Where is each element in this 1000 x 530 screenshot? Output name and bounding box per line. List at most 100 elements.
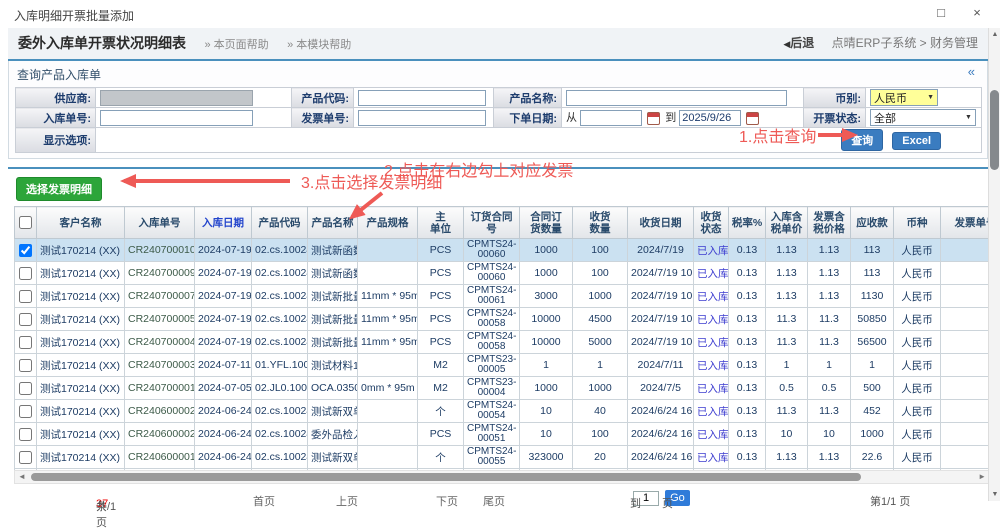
close-icon[interactable]: × [968, 5, 986, 20]
collapse-icon[interactable]: « [968, 64, 975, 79]
cell-receivable: 1000 [851, 423, 894, 446]
cell-received-date: 2024/6/24 16 [628, 423, 694, 446]
row-checkbox[interactable] [19, 405, 32, 418]
cell-order-contract-no: CPMTS24- 00051 [464, 423, 520, 446]
next-page-link[interactable]: 下页 [436, 493, 458, 509]
product-code-input[interactable] [358, 90, 486, 106]
cell-receivable: 452 [851, 400, 894, 423]
cell-received-qty: 1000 [573, 285, 628, 308]
horizontal-scrollbar[interactable]: ◄ ► [14, 470, 990, 484]
cell-product-name: 测试新函数成 [308, 239, 358, 262]
date-from-label: 从 [566, 112, 577, 124]
vertical-scroll-thumb[interactable] [990, 90, 999, 170]
main-content: 委外入库单开票状况明细表 » 本页面帮助 » 本模块帮助 ◀后退 点晴ERP子系… [8, 28, 988, 514]
scroll-left-icon[interactable]: ◄ [18, 472, 26, 481]
row-checkbox[interactable] [19, 244, 32, 257]
inbound-no-input[interactable] [100, 110, 253, 126]
window-title: 入库明细开票批量添加 [14, 9, 134, 23]
last-page-link[interactable]: 尾页 [483, 493, 505, 509]
cell-received-date: 2024/7/11 [628, 354, 694, 377]
search-button[interactable]: 查询 [841, 129, 883, 151]
cell-inbound-date: 2024-07-19 [195, 331, 252, 354]
excel-button[interactable]: Excel [892, 132, 941, 150]
supplier-input[interactable] [100, 90, 253, 106]
row-checkbox[interactable] [19, 428, 32, 441]
cell-received-qty: 100 [573, 239, 628, 262]
cell-inbound-tax-unit-price: 1.13 [766, 285, 808, 308]
cell-tax-rate: 0.13 [729, 239, 766, 262]
select-all-checkbox[interactable] [19, 216, 32, 229]
row-checkbox[interactable] [19, 313, 32, 326]
scroll-right-icon[interactable]: ► [978, 472, 986, 481]
inbound-invoice-table: 客户名称入库单号入库日期产品代码产品名称产品规格主 单位订货合同号合同订 货数量… [14, 206, 990, 470]
cell-order-contract-no: CPMTS23- 00004 [464, 377, 520, 400]
cell-invoice-tax-price: 1.13 [808, 262, 851, 285]
goto-label: 到 [630, 495, 641, 511]
cell-product-spec: 11mm * 95m [358, 331, 418, 354]
invoice-no-label: 发票单号: [292, 108, 354, 128]
cell-inbound-tax-unit-price: 1.13 [766, 239, 808, 262]
maximize-icon[interactable]: □ [932, 5, 950, 20]
row-checkbox[interactable] [19, 267, 32, 280]
cell-contract-order-qty: 1000 [520, 239, 573, 262]
col-header-receivable: 应收款 [851, 207, 894, 239]
breadcrumb[interactable]: 点晴ERP子系统 > 财务管理 [832, 36, 978, 50]
cell-inbound-tax-unit-price: 0.5 [766, 377, 808, 400]
row-checkbox[interactable] [19, 382, 32, 395]
cell-order-contract-no: CPMTS24- 00058 [464, 331, 520, 354]
cell-customer-name: 测试170214 (XX) [37, 285, 125, 308]
cell-contract-order-qty: 1000 [520, 262, 573, 285]
module-help-link[interactable]: » 本模块帮助 [287, 39, 351, 51]
cell-unit: PCS [418, 239, 464, 262]
scroll-up-icon[interactable]: ▲ [989, 31, 1000, 38]
currency-label: 币别: [804, 88, 866, 108]
cell-product-name: 委外品检入途 [308, 423, 358, 446]
currency-select[interactable]: 人民币▼ [870, 89, 938, 106]
back-button[interactable]: ◀后退 [783, 36, 814, 50]
cell-invoice-no [941, 423, 991, 446]
cell-product-spec [358, 400, 418, 423]
cell-currency: 人民币 [894, 308, 941, 331]
horizontal-scroll-thumb[interactable] [31, 473, 861, 481]
cell-product-code: 02.cs.100246 [252, 308, 308, 331]
cell-inbound-no: CR240700010 [125, 239, 195, 262]
row-checkbox[interactable] [19, 290, 32, 303]
table-row: 测试170214 (XX)CR2406000012024-06-2402.cs.… [15, 446, 991, 469]
date-from-input[interactable] [580, 110, 642, 126]
col-header-inbound-date[interactable]: 入库日期 [195, 207, 252, 239]
cell-order-contract-no: CPMTS24- 00055 [464, 446, 520, 469]
cell-inbound-no: CR240600002 [125, 423, 195, 446]
date-to-input[interactable] [679, 110, 741, 126]
product-name-label: 产品名称: [494, 88, 562, 108]
row-checkbox[interactable] [19, 451, 32, 464]
cell-receivable: 1 [851, 354, 894, 377]
calendar-icon[interactable] [647, 112, 660, 125]
cell-invoice-no [941, 400, 991, 423]
cell-receivable: 1130 [851, 285, 894, 308]
cell-received-date: 2024/6/24 16 [628, 446, 694, 469]
product-name-input[interactable] [566, 90, 787, 106]
cell-received-date: 2024/6/24 16 [628, 400, 694, 423]
cell-order-contract-no: CPMTS24- 00060 [464, 262, 520, 285]
cell-received-date: 2024/7/19 [628, 239, 694, 262]
product-code-label: 产品代码: [292, 88, 354, 108]
row-checkbox[interactable] [19, 336, 32, 349]
invoice-no-input[interactable] [358, 110, 486, 126]
cell-received-status: 已入库 [694, 239, 729, 262]
vertical-scrollbar[interactable]: ▲ ▼ [988, 28, 1000, 501]
first-page-link[interactable]: 首页 [253, 493, 275, 509]
cell-product-code: 02.cs.100241 [252, 239, 308, 262]
cell-inbound-date: 2024-06-24 [195, 400, 252, 423]
cell-unit: PCS [418, 308, 464, 331]
cell-inbound-no: CR240700009 [125, 262, 195, 285]
cell-contract-order-qty: 1000 [520, 377, 573, 400]
page-help-link[interactable]: » 本页面帮助 [204, 39, 268, 51]
select-invoice-detail-button[interactable]: 选择发票明细 [16, 177, 102, 201]
prev-page-link[interactable]: 上页 [336, 493, 358, 509]
invoice-status-select[interactable]: 全部▼ [870, 109, 976, 126]
row-checkbox[interactable] [19, 359, 32, 372]
cell-receivable: 22.6 [851, 446, 894, 469]
scroll-down-icon[interactable]: ▼ [989, 491, 1000, 498]
cell-inbound-no: CR240700004 [125, 331, 195, 354]
table-row: 测试170214 (XX)CR2407000072024-07-1902.cs.… [15, 285, 991, 308]
